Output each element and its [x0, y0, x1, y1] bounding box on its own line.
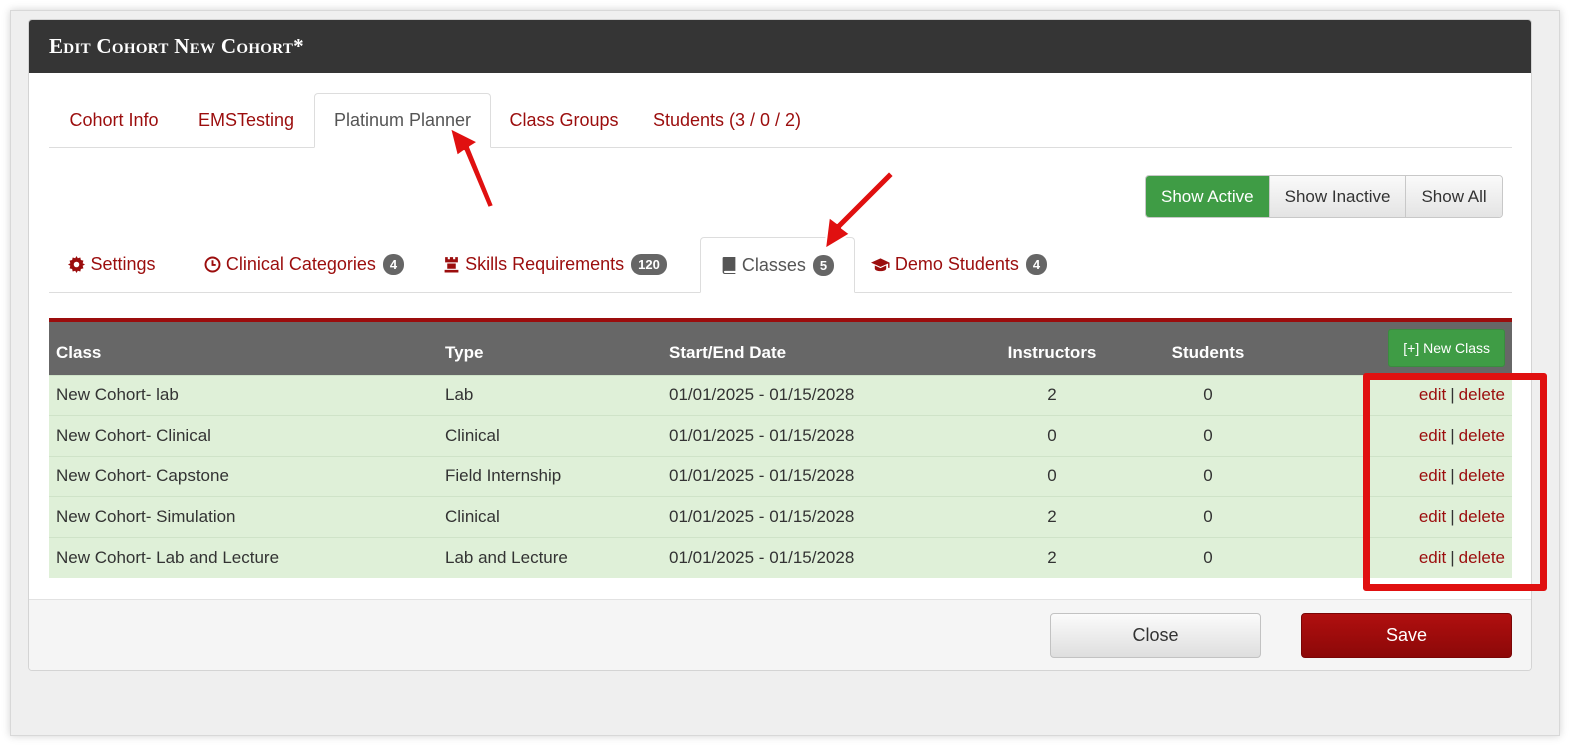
- column-header-actions: [+] New Class: [1274, 322, 1512, 375]
- dates-cell: 01/01/2025 - 01/15/2028: [669, 466, 855, 486]
- count-badge: 4: [1025, 254, 1048, 275]
- type-cell: Lab and Lecture: [445, 547, 568, 567]
- modal-title: Edit Cohort New Cohort*: [29, 20, 1531, 73]
- tab-label: Settings: [90, 254, 156, 274]
- tab-classes[interactable]: Classes 5: [700, 237, 855, 293]
- tab-cohort-info[interactable]: Cohort Info: [49, 93, 179, 147]
- close-button[interactable]: Close: [1050, 613, 1261, 658]
- tab-students[interactable]: Students (3 / 0 / 2): [637, 93, 817, 147]
- dates-cell: 01/01/2025 - 01/15/2028: [669, 547, 855, 567]
- delete-link[interactable]: delete: [1459, 426, 1505, 445]
- link-separator: |: [1450, 547, 1455, 567]
- link-separator: |: [1450, 506, 1455, 526]
- link-separator: |: [1450, 466, 1455, 486]
- delete-link[interactable]: delete: [1459, 466, 1505, 485]
- type-cell: Lab: [445, 385, 474, 405]
- planner-tabs: Settings Clinical Categories 4 Skills Re…: [49, 237, 1512, 293]
- class-name-cell: New Cohort- Capstone: [56, 466, 229, 486]
- modal-footer: Close Save: [29, 599, 1531, 670]
- instructors-cell: 2: [1047, 547, 1057, 567]
- table-row: New Cohort- Simulation Clinical 01/01/20…: [49, 496, 1512, 538]
- classes-table: Class Type Start/End Date Instructors St…: [49, 318, 1512, 578]
- dates-cell: 01/01/2025 - 01/15/2028: [669, 385, 855, 405]
- tab-label: Classes: [741, 254, 806, 275]
- delete-link[interactable]: delete: [1459, 385, 1505, 404]
- class-name-cell: New Cohort- Simulation: [56, 506, 236, 526]
- actions-cell: edit | delete: [1274, 456, 1512, 497]
- tab-settings[interactable]: Settings: [49, 237, 175, 292]
- actions-cell: edit | delete: [1274, 497, 1512, 538]
- tab-label: Class Groups: [509, 109, 619, 130]
- column-header-type: Type: [445, 343, 484, 363]
- instructors-cell: 2: [1047, 506, 1057, 526]
- edit-link[interactable]: edit: [1419, 548, 1446, 567]
- count-badge: 4: [382, 254, 405, 275]
- column-header-class: Class: [56, 343, 102, 363]
- delete-link[interactable]: delete: [1459, 548, 1505, 567]
- table-row: New Cohort- Capstone Field Internship 01…: [49, 456, 1512, 497]
- tab-label: Students (3 / 0 / 2): [652, 109, 802, 130]
- status-filter-group: Show Active Show Inactive Show All: [1145, 175, 1503, 218]
- tab-skills-requirements[interactable]: Skills Requirements 120: [429, 237, 681, 292]
- students-cell: 0: [1203, 506, 1213, 526]
- students-cell: 0: [1203, 466, 1213, 486]
- tab-emstesting[interactable]: EMSTesting: [179, 93, 313, 147]
- instructors-cell: 0: [1047, 425, 1057, 445]
- tab-label: Skills Requirements: [465, 254, 625, 274]
- tab-class-groups[interactable]: Class Groups: [491, 93, 637, 147]
- edit-link[interactable]: edit: [1419, 466, 1446, 485]
- class-name-cell: New Cohort- lab: [56, 385, 179, 405]
- link-separator: |: [1450, 385, 1455, 405]
- table-row: New Cohort- lab Lab 01/01/2025 - 01/15/2…: [49, 375, 1512, 416]
- edit-cohort-modal: Edit Cohort New Cohort* Cohort Info EMST…: [28, 19, 1532, 671]
- dates-cell: 01/01/2025 - 01/15/2028: [669, 425, 855, 445]
- students-cell: 0: [1203, 547, 1213, 567]
- column-header-students: Students: [1171, 343, 1245, 363]
- table-header-row: Class Type Start/End Date Instructors St…: [49, 322, 1512, 375]
- table-row: New Cohort- Lab and Lecture Lab and Lect…: [49, 537, 1512, 578]
- tab-label: Clinical Categories: [225, 254, 376, 274]
- instructors-cell: 2: [1047, 385, 1057, 405]
- show-inactive-button[interactable]: Show Inactive: [1268, 176, 1406, 217]
- dates-cell: 01/01/2025 - 01/15/2028: [669, 506, 855, 526]
- show-active-button[interactable]: Show Active: [1146, 176, 1269, 217]
- students-cell: 0: [1203, 385, 1213, 405]
- actions-cell: edit | delete: [1274, 375, 1512, 416]
- save-button[interactable]: Save: [1301, 613, 1512, 658]
- column-header-instructors: Instructors: [1007, 343, 1097, 363]
- tab-label: Cohort Info: [69, 109, 159, 130]
- tab-clinical-categories[interactable]: Clinical Categories 4: [189, 237, 419, 292]
- students-cell: 0: [1203, 425, 1213, 445]
- tab-label: EMSTesting: [197, 109, 295, 130]
- edit-link[interactable]: edit: [1419, 507, 1446, 526]
- tab-platinum-planner[interactable]: Platinum Planner: [314, 93, 491, 148]
- column-header-dates: Start/End Date: [669, 343, 787, 363]
- tab-label: Platinum Planner: [333, 110, 472, 130]
- tab-label: Demo Students: [894, 254, 1019, 274]
- new-class-button[interactable]: [+] New Class: [1388, 329, 1505, 368]
- chess-rook-icon: [443, 256, 460, 273]
- edit-link[interactable]: edit: [1419, 385, 1446, 404]
- delete-link[interactable]: delete: [1459, 507, 1505, 526]
- gear-icon: [68, 256, 86, 273]
- clock-icon: [204, 256, 221, 273]
- cohort-tabs: Cohort Info EMSTesting Platinum Planner …: [49, 93, 1512, 148]
- type-cell: Clinical: [445, 425, 500, 445]
- actions-cell: edit | delete: [1274, 416, 1512, 457]
- instructors-cell: 0: [1047, 466, 1057, 486]
- count-badge: 120: [631, 254, 667, 275]
- type-cell: Field Internship: [445, 466, 562, 486]
- edit-link[interactable]: edit: [1419, 426, 1446, 445]
- show-all-button[interactable]: Show All: [1405, 176, 1502, 217]
- table-row: New Cohort- Clinical Clinical 01/01/2025…: [49, 415, 1512, 457]
- count-badge: 5: [812, 254, 835, 276]
- book-icon: [721, 256, 737, 274]
- tab-demo-students[interactable]: Demo Students 4: [864, 237, 1054, 292]
- graduation-cap-icon: [870, 257, 890, 272]
- class-name-cell: New Cohort- Lab and Lecture: [56, 547, 280, 567]
- actions-cell: edit | delete: [1274, 537, 1512, 578]
- type-cell: Clinical: [445, 506, 500, 526]
- class-name-cell: New Cohort- Clinical: [56, 425, 211, 445]
- link-separator: |: [1450, 425, 1455, 445]
